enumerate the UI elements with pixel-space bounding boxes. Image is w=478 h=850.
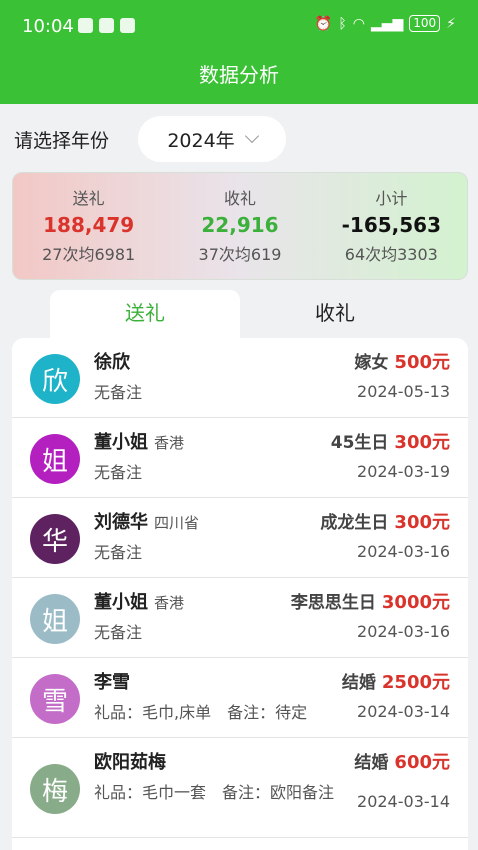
record-name: 李雪 bbox=[94, 672, 130, 693]
record-date: 2024-03-14 bbox=[357, 702, 450, 721]
record-note: 无备注 bbox=[94, 543, 143, 562]
record-event-line: 嫁女 500元 bbox=[354, 348, 450, 374]
record-name: 董小姐 bbox=[94, 432, 148, 453]
avatar: 华 bbox=[30, 514, 80, 564]
avatar: 姐 bbox=[30, 434, 80, 484]
record-place: 香港 bbox=[154, 434, 185, 452]
record-event-line: 结婚 2500元 bbox=[342, 668, 450, 694]
record-name-line: 徐欣 bbox=[94, 348, 136, 374]
page-title: 数据分析 bbox=[0, 52, 478, 104]
record-amount: 300元 bbox=[394, 512, 450, 533]
record-note: 无备注 bbox=[94, 383, 143, 402]
year-value: 2024年 bbox=[167, 129, 235, 152]
summary-received: 收礼 22,916 37次均619 bbox=[164, 173, 315, 279]
record-date: 2024-03-16 bbox=[357, 542, 450, 561]
avatar: 姐 bbox=[30, 594, 80, 644]
record-amount: 600元 bbox=[394, 752, 450, 773]
record-name-line: 董小姐 香港 bbox=[94, 428, 184, 454]
record-place: 香港 bbox=[154, 594, 185, 612]
list-item[interactable]: 姐董小姐 香港 无备注 45生日 300元 2024-03-19 bbox=[12, 418, 468, 498]
avatar: 欣 bbox=[30, 354, 80, 404]
record-name-line: 李雪 bbox=[94, 668, 136, 694]
status-bar: 10:04 ⏰ ᛒ ◠ ▂▄▆ 100 ⚡ bbox=[0, 0, 478, 52]
record-date: 2024-05-13 bbox=[357, 382, 450, 401]
avatar: 雪 bbox=[30, 674, 80, 724]
record-amount: 2500元 bbox=[381, 672, 450, 693]
tab-bar: 送礼 收礼 bbox=[12, 290, 468, 338]
record-event-line: 李思思生日 3000元 bbox=[291, 588, 450, 614]
record-amount: 500元 bbox=[394, 352, 450, 373]
record-event: 结婚 bbox=[354, 753, 389, 773]
summary-value: -165,563 bbox=[341, 213, 442, 237]
record-note: 礼品：毛巾,床单 备注：待定 bbox=[94, 703, 308, 722]
summary-value: 188,479 bbox=[43, 213, 135, 237]
record-event-line: 结婚 600元 bbox=[354, 748, 450, 774]
record-date: 2024-03-16 bbox=[357, 622, 450, 641]
summary-sub: 64次均3303 bbox=[344, 245, 438, 264]
list-item[interactable]: 姐董小姐 香港 无备注 李思思生日 3000元 2024-03-16 bbox=[12, 578, 468, 658]
record-date: 2024-03-19 bbox=[357, 462, 450, 481]
summary-label: 小计 bbox=[375, 189, 408, 208]
record-amount: 300元 bbox=[394, 432, 450, 453]
alarm-icon: ⏰ bbox=[314, 15, 333, 32]
year-label: 请选择年份 bbox=[14, 130, 110, 152]
summary-sent: 送礼 188,479 27次均6981 bbox=[13, 173, 164, 279]
record-event: 嫁女 bbox=[354, 353, 389, 373]
record-note: 礼品：毛巾一套 备注：欧阳备注 bbox=[94, 783, 335, 802]
status-time: 10:04 bbox=[22, 16, 74, 37]
summary-sub: 27次均6981 bbox=[42, 245, 136, 264]
bluetooth-icon: ᛒ bbox=[338, 15, 347, 32]
battery-icon: 100 bbox=[409, 15, 441, 32]
record-event: 成龙生日 bbox=[320, 513, 389, 533]
record-amount: 3000元 bbox=[381, 592, 450, 613]
record-name-line: 董小姐 香港 bbox=[94, 588, 184, 614]
record-event: 李思思生日 bbox=[290, 593, 376, 613]
wechat-icon bbox=[78, 18, 93, 33]
record-name: 欧阳茹梅 bbox=[94, 752, 166, 773]
record-name-line: 欧阳茹梅 bbox=[94, 748, 172, 774]
charging-icon: ⚡ bbox=[446, 15, 456, 32]
summary-card: 送礼 188,479 27次均6981 收礼 22,916 37次均619 小计… bbox=[12, 172, 468, 280]
record-event-line: 成龙生日 300元 bbox=[320, 508, 450, 534]
summary-label: 送礼 bbox=[72, 189, 105, 208]
notification-icons bbox=[78, 18, 135, 33]
app-icon bbox=[99, 18, 114, 33]
record-event: 45生日 bbox=[330, 433, 389, 453]
year-row: 请选择年份 2024年 bbox=[0, 104, 478, 172]
system-icons: ⏰ ᛒ ◠ ▂▄▆ 100 ⚡ bbox=[315, 15, 456, 32]
summary-value: 22,916 bbox=[201, 213, 279, 237]
tab-sent[interactable]: 送礼 bbox=[50, 290, 240, 338]
year-dropdown[interactable]: 2024年 bbox=[138, 116, 286, 162]
record-note: 无备注 bbox=[94, 623, 143, 642]
summary-sub: 37次均619 bbox=[198, 245, 282, 264]
record-note: 无备注 bbox=[94, 463, 143, 482]
record-name: 刘德华 bbox=[94, 512, 148, 533]
record-event-line: 45生日 300元 bbox=[331, 428, 450, 454]
list-item[interactable]: 欣徐欣无备注 嫁女 500元 2024-05-13 bbox=[12, 338, 468, 418]
list-item[interactable]: 雪李雪礼品：毛巾,床单 备注：待定 结婚 2500元 2024-03-14 bbox=[12, 658, 468, 738]
summary-label: 收礼 bbox=[223, 189, 256, 208]
list-item[interactable]: 梅欧阳茹梅礼品：毛巾一套 备注：欧阳备注 结婚 600元 2024-03-14 bbox=[12, 738, 468, 838]
record-list: 欣徐欣 无备注 嫁女 500元 2024-05-13 姐董小姐 香港 无备注 45生日 300元 2… bbox=[12, 338, 468, 850]
record-date: 2024-03-14 bbox=[357, 792, 450, 811]
record-event: 结婚 bbox=[341, 673, 376, 693]
list-item[interactable]: 华刘德华 四川省 无备注 成龙生日 300元 2024-03-16 bbox=[12, 498, 468, 578]
chevron-down-icon bbox=[244, 128, 259, 144]
record-name: 徐欣 bbox=[94, 352, 130, 373]
signal-icon: ▂▄▆ bbox=[370, 15, 404, 32]
nfc-icon bbox=[120, 18, 135, 33]
summary-total: 小计 -165,563 64次均3303 bbox=[316, 173, 467, 279]
avatar: 梅 bbox=[30, 764, 80, 814]
record-name-line: 刘德华 四川省 bbox=[94, 508, 199, 534]
record-place: 四川省 bbox=[154, 514, 200, 532]
record-name: 董小姐 bbox=[94, 592, 148, 613]
wifi-icon: ◠ bbox=[352, 15, 365, 32]
tab-received[interactable]: 收礼 bbox=[240, 290, 430, 338]
